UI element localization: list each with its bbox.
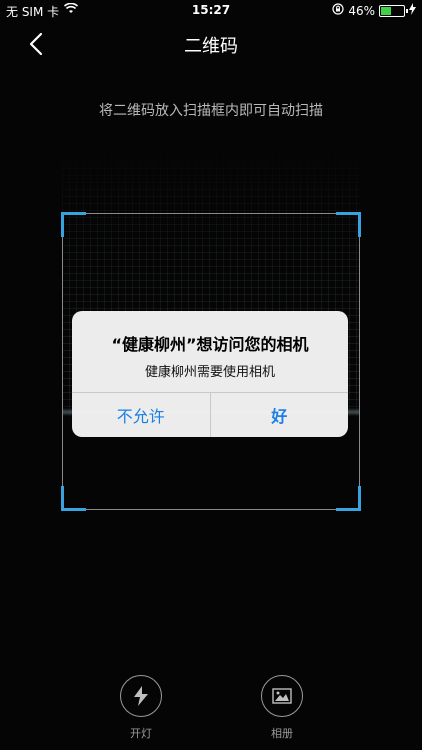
deny-button[interactable]: 不允许	[72, 393, 210, 437]
qr-scan-screen: 无 SIM 卡 15:27 46% 二维码 将二维码放入扫描框内即可自动扫描 开…	[0, 0, 422, 750]
dialog-overlay: “健康柳州”想访问您的相机 健康柳州需要使用相机 不允许 好	[0, 0, 422, 750]
dialog-buttons: 不允许 好	[72, 392, 348, 437]
dialog-message: 健康柳州需要使用相机	[144, 365, 275, 380]
camera-permission-dialog: “健康柳州”想访问您的相机 健康柳州需要使用相机 不允许 好	[72, 311, 348, 437]
allow-button[interactable]: 好	[209, 393, 349, 437]
dialog-title: “健康柳州”想访问您的相机	[111, 335, 309, 354]
